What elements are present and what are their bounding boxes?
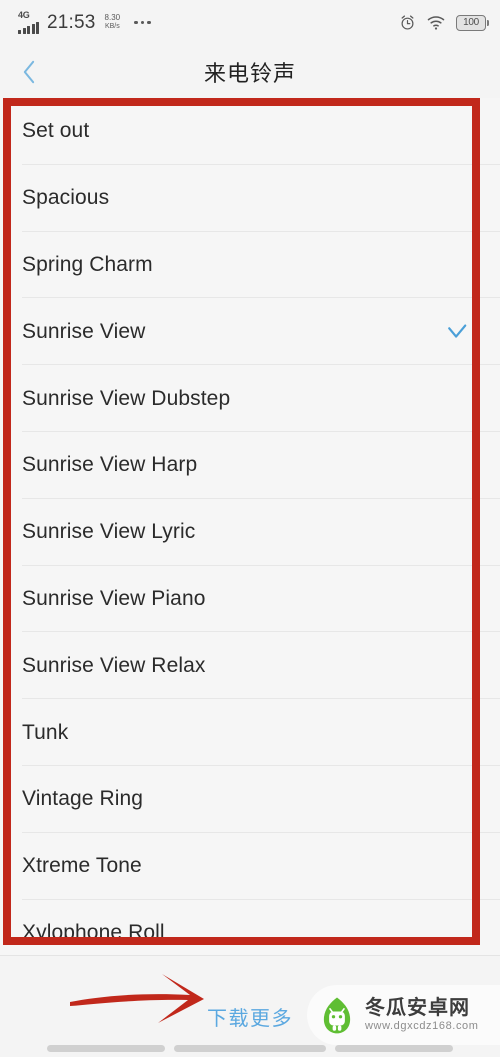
check-mark-icon xyxy=(448,324,467,338)
ringtone-label: Sunrise View Lyric xyxy=(22,520,196,544)
ringtone-row[interactable]: Sunrise View Harp xyxy=(0,431,500,499)
ringtone-row[interactable]: Tunk xyxy=(0,699,500,766)
alarm-clock-icon xyxy=(401,15,414,30)
ringtone-label: Sunrise View Dubstep xyxy=(22,386,231,410)
page-title: 来电铃声 xyxy=(203,60,296,86)
network-speed-indicator: 8.30 KB/s xyxy=(105,14,121,31)
ringtone-label: Spacious xyxy=(22,186,110,210)
ringtone-label: Vintage Ring xyxy=(22,787,144,811)
phone-screen: 4G 21:53 8.30 KB/s 100 来电铃声 Set out Spac… xyxy=(0,0,500,1057)
ringtone-row[interactable]: Sunrise View Dubstep xyxy=(0,365,500,432)
ringtone-label: Sunrise View Harp xyxy=(22,453,198,477)
nav-back-hint[interactable] xyxy=(335,1044,453,1052)
wifi-icon xyxy=(427,16,445,30)
watermark-title: 冬瓜安卓网 xyxy=(365,997,470,1019)
ringtone-label: Xtreme Tone xyxy=(22,854,142,878)
nav-home-hint[interactable] xyxy=(174,1044,326,1052)
ringtone-row[interactable]: Sunrise View Relax xyxy=(0,632,500,700)
ringtone-row[interactable]: Xylophone Roll xyxy=(0,899,500,955)
system-nav-bar xyxy=(0,1039,500,1057)
ringtone-row[interactable]: Vintage Ring xyxy=(0,765,500,833)
ringtone-list[interactable]: Set out Spacious Spring Charm Sunrise View S… xyxy=(0,98,500,955)
ringtone-row[interactable]: Sunrise View Lyric xyxy=(0,498,500,566)
app-header: 来电铃声 xyxy=(0,45,500,98)
watermark-text: 冬瓜安卓网 www.dgxcdz168.com xyxy=(365,997,479,1033)
network-speed-value: 8.30 xyxy=(104,13,121,22)
ringtone-row[interactable]: Spacious xyxy=(0,164,500,232)
status-bar-left: 4G 21:53 8.30 KB/s xyxy=(18,9,151,34)
watermark-url: www.dgxcdz168.com xyxy=(365,1020,479,1032)
battery-level-label: 100 xyxy=(463,16,479,28)
nav-recents-hint[interactable] xyxy=(47,1044,165,1052)
ringtone-label: Sunrise View Relax xyxy=(22,653,206,677)
network-speed-unit: KB/s xyxy=(104,23,120,30)
ringtone-label: Sunrise View Piano xyxy=(22,586,206,610)
network-type-label: 4G xyxy=(18,9,30,20)
status-bar: 4G 21:53 8.30 KB/s 100 xyxy=(0,0,500,45)
signal-strength-bars xyxy=(18,21,39,34)
android-mascot-icon xyxy=(323,997,351,1034)
ringtone-label: Xylophone Roll xyxy=(22,920,165,944)
status-bar-clock: 21:53 xyxy=(47,12,96,33)
site-watermark: 冬瓜安卓网 www.dgxcdz168.com xyxy=(307,985,500,1045)
ringtone-row[interactable]: Spring Charm xyxy=(0,231,500,299)
ringtone-label: Sunrise View xyxy=(22,319,146,343)
ringtone-row[interactable]: Sunrise View xyxy=(0,298,500,366)
ringtone-label: Set out xyxy=(22,119,90,143)
ringtone-row[interactable]: Xtreme Tone xyxy=(0,832,500,900)
battery-icon: 100 xyxy=(456,14,489,31)
signal-bars-icon: 4G xyxy=(18,9,39,34)
more-dots-icon xyxy=(134,20,151,25)
ringtone-label: Spring Charm xyxy=(22,252,153,276)
ringtone-row[interactable]: Set out xyxy=(0,98,500,165)
ringtone-row[interactable]: Sunrise View Piano xyxy=(0,565,500,633)
status-bar-right: 100 xyxy=(399,14,489,31)
ringtone-label: Tunk xyxy=(22,720,69,744)
